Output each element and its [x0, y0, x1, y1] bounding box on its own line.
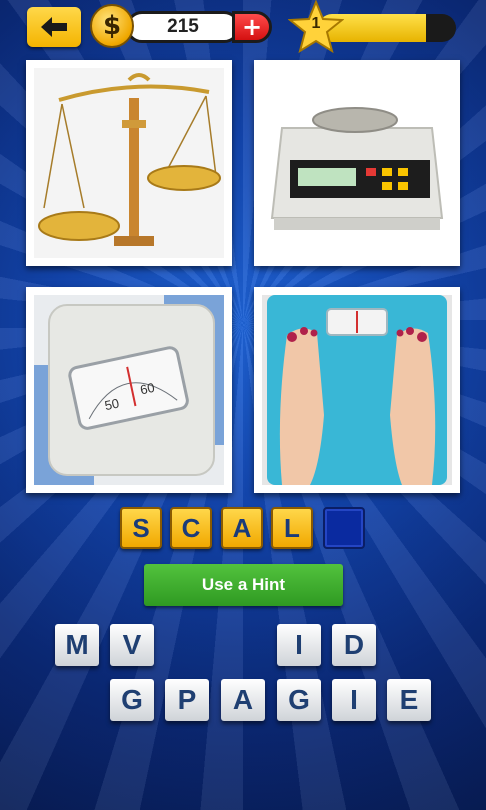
picture-digital-scale [254, 60, 460, 266]
buy-coins-button[interactable]: + [232, 11, 272, 43]
answer-slot-empty[interactable] [323, 507, 365, 549]
level-number: 1 [311, 15, 321, 32]
svg-text:50: 50 [103, 396, 120, 414]
letter-key[interactable]: I [332, 679, 376, 721]
answer-slot[interactable]: L [271, 507, 313, 549]
use-hint-button[interactable]: Use a Hint [144, 564, 343, 606]
letter-key[interactable]: M [55, 624, 99, 666]
letter-key[interactable]: G [110, 679, 154, 721]
letter-key[interactable]: P [165, 679, 209, 721]
picture-bathroom-scale: 50 60 [26, 287, 232, 493]
picture-balance-scale [26, 60, 232, 266]
letter-key[interactable]: A [221, 679, 265, 721]
answer-slot[interactable]: S [120, 507, 162, 549]
letter-key[interactable]: G [277, 679, 321, 721]
answer-slot[interactable]: A [221, 507, 263, 549]
picture-feet-on-scale [254, 287, 460, 493]
coin-counter: 215 [126, 11, 240, 43]
arrow-left-icon [41, 17, 67, 37]
letter-key[interactable]: E [387, 679, 431, 721]
coin-icon: $ [90, 4, 134, 48]
back-button[interactable] [27, 7, 81, 47]
letter-key[interactable]: V [110, 624, 154, 666]
letter-key[interactable]: D [332, 624, 376, 666]
svg-text:60: 60 [139, 380, 156, 398]
letter-key[interactable]: I [277, 624, 321, 666]
answer-slot[interactable]: C [170, 507, 212, 549]
